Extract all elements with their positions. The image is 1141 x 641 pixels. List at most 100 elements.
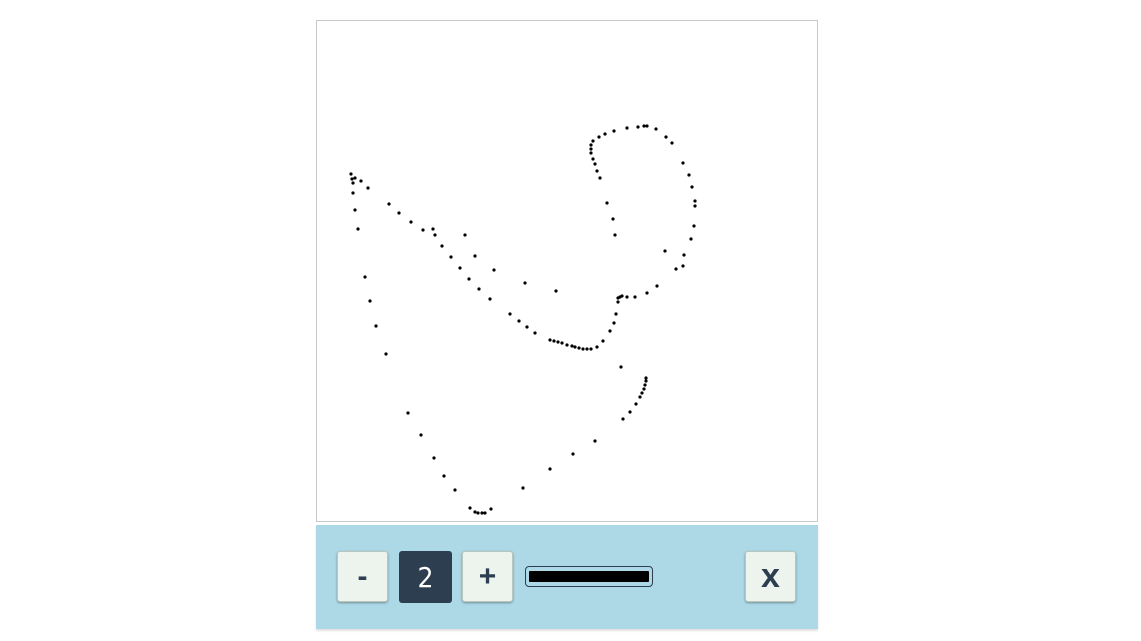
stroke-dot [603,132,607,136]
stroke-dot [593,439,597,443]
stroke-dot [560,341,564,345]
stroke-dot [449,255,453,259]
stroke-dot [589,143,593,147]
stroke-dot [508,312,512,316]
stroke-dot [351,191,355,195]
stroke-dot [431,227,435,231]
stroke-dot [681,161,685,165]
stroke-dot [620,294,624,298]
stroke-dot [645,291,649,295]
stroke-dot [692,224,696,228]
stroke-dot [397,211,401,215]
stroke-dot [570,344,574,348]
stroke-dot [483,511,487,515]
stroke-dot [664,135,668,139]
stroke-dot [625,126,629,130]
stroke-dot [644,379,648,383]
stroke-dot [473,510,477,514]
stroke-dot [533,331,537,335]
stroke-dot [614,312,618,316]
stroke-dot [353,176,357,180]
stroke-dot [419,433,423,437]
stroke-dot [598,176,602,180]
stroke-dot [571,452,575,456]
stroke-dot [554,289,558,293]
stroke-dot [517,319,521,323]
stroke-dot [409,220,413,224]
stroke-dot [682,253,686,257]
stroke-dot [644,376,648,380]
stroke-dot [433,233,437,237]
stroke-dot [589,347,593,351]
stroke-dot [384,352,388,356]
brush-size-display: 2 [399,551,452,603]
stroke-dot [674,267,678,271]
stroke-dot [565,343,569,347]
stroke-dot [591,139,595,143]
stroke-dot [492,268,496,272]
stroke-dot [643,383,647,387]
stroke-dot [613,233,617,237]
stroke-dot [670,141,674,145]
stroke-dot [387,202,391,206]
stroke-dot [351,181,355,185]
stroke-dot [591,157,595,161]
stroke-dot [633,295,637,299]
stroke-dot [621,417,625,421]
stroke-dot [421,228,425,232]
stroke-dot [467,277,471,281]
stroke-dot [655,284,659,288]
stroke-dot [350,177,354,181]
stroke-dot [619,365,623,369]
stroke-dot [477,287,481,291]
stroke-dot [693,204,697,208]
stroke-dot [642,124,646,128]
stroke-dot [638,395,642,399]
stroke-dot [595,169,599,173]
stroke-dot [636,125,640,129]
stroke-dot [548,338,552,342]
brush-preview [525,566,653,587]
stroke-dot [645,124,649,128]
stroke-dot [612,321,616,325]
stroke-dot [548,467,552,471]
stroke-dot [521,486,525,490]
stroke-dot [628,410,632,414]
stroke-dot [489,507,493,511]
stroke-dot [611,217,615,221]
increase-brush-button[interactable]: + [462,551,513,602]
stroke-dot [556,340,560,344]
stroke-dot [663,249,667,253]
stroke-dot [552,339,556,343]
stroke-dot [687,173,691,177]
stroke-dot [523,281,527,285]
stroke-dot [642,387,646,391]
stroke-dot [368,299,372,303]
stroke-dot [356,227,360,231]
stroke-dot [525,325,529,329]
drawing-canvas[interactable] [316,20,818,522]
stroke-dot [625,295,629,299]
stroke-dot [608,329,612,333]
stroke-dot [432,456,436,460]
stroke-dot [353,208,357,212]
stroke-dot [585,347,589,351]
stroke-dot [359,179,363,183]
stroke-dot [601,339,605,343]
stroke-dot [597,135,601,139]
decrease-brush-button[interactable]: - [337,551,388,602]
stroke-dot [581,347,585,351]
stroke-dot [374,324,378,328]
stroke-dot [458,266,462,270]
stroke-dot [488,297,492,301]
stroke-dot [681,264,685,268]
stroke-dot [366,186,370,190]
stroke-dot [593,162,597,166]
close-button[interactable]: x [745,551,796,602]
stroke-dot [349,172,353,176]
brush-toolbar: - 2 + x [316,525,818,629]
stroke-dot [595,345,599,349]
stroke-dot [406,411,410,415]
stroke-dot [463,233,467,237]
stroke-dot [589,147,593,151]
